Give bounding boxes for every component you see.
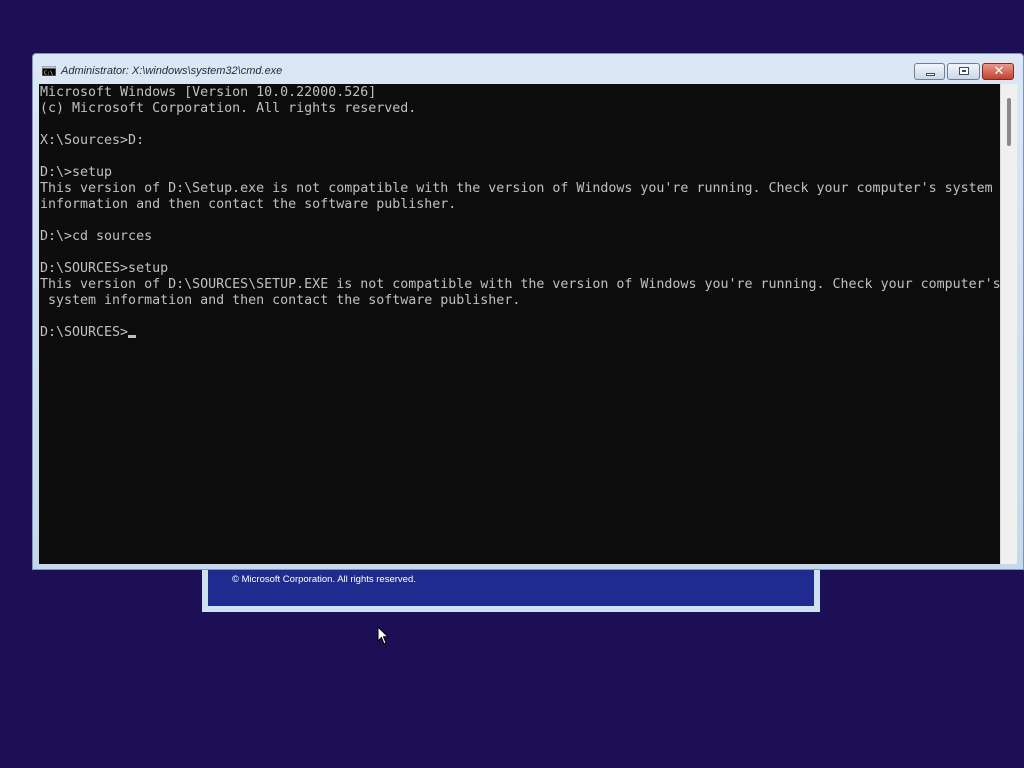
console-lines: Microsoft Windows [Version 10.0.22000.52… [40,85,1000,308]
console-line: information and then contact the softwar… [40,197,457,212]
console-area[interactable]: Microsoft Windows [Version 10.0.22000.52… [39,84,1000,564]
minimize-button[interactable] [914,63,945,80]
console-line: Microsoft Windows [Version 10.0.22000.52… [40,85,377,100]
console-output: Microsoft Windows [Version 10.0.22000.52… [39,84,1000,341]
maximize-icon [959,67,969,75]
console-line: D:\>cd sources [40,229,153,244]
console-line: X:\Sources>D: [40,133,145,148]
vertical-scrollbar[interactable] [1000,84,1017,564]
close-icon: ✕ [993,64,1005,79]
maximize-button[interactable] [947,63,980,80]
svg-text:C:\: C:\ [44,71,53,77]
cmd-window[interactable]: C:\ Administrator: X:\windows\system32\c… [32,53,1024,570]
console-line: D:\SOURCES>setup [40,261,169,276]
console-line: This version of D:\Setup.exe is not comp… [40,181,993,196]
minimize-icon [926,73,935,76]
mouse-pointer-icon [377,626,389,645]
console-line: D:\>setup [40,165,113,180]
console-line: system information and then contact the … [48,293,521,308]
scrollbar-thumb[interactable] [1007,98,1011,146]
cmd-icon: C:\ [42,66,56,76]
window-title: Administrator: X:\windows\system32\cmd.e… [61,65,283,77]
console-line: (c) Microsoft Corporation. All rights re… [40,101,417,116]
text-cursor [128,335,137,338]
close-button[interactable]: ✕ [982,63,1014,80]
setup-copyright-text: © Microsoft Corporation. All rights rese… [232,574,416,585]
title-bar[interactable]: C:\ Administrator: X:\windows\system32\c… [33,54,1023,84]
console-line: This version of D:\SOURCES\SETUP.EXE is … [40,277,1000,292]
console-prompt: D:\SOURCES> [40,325,129,340]
